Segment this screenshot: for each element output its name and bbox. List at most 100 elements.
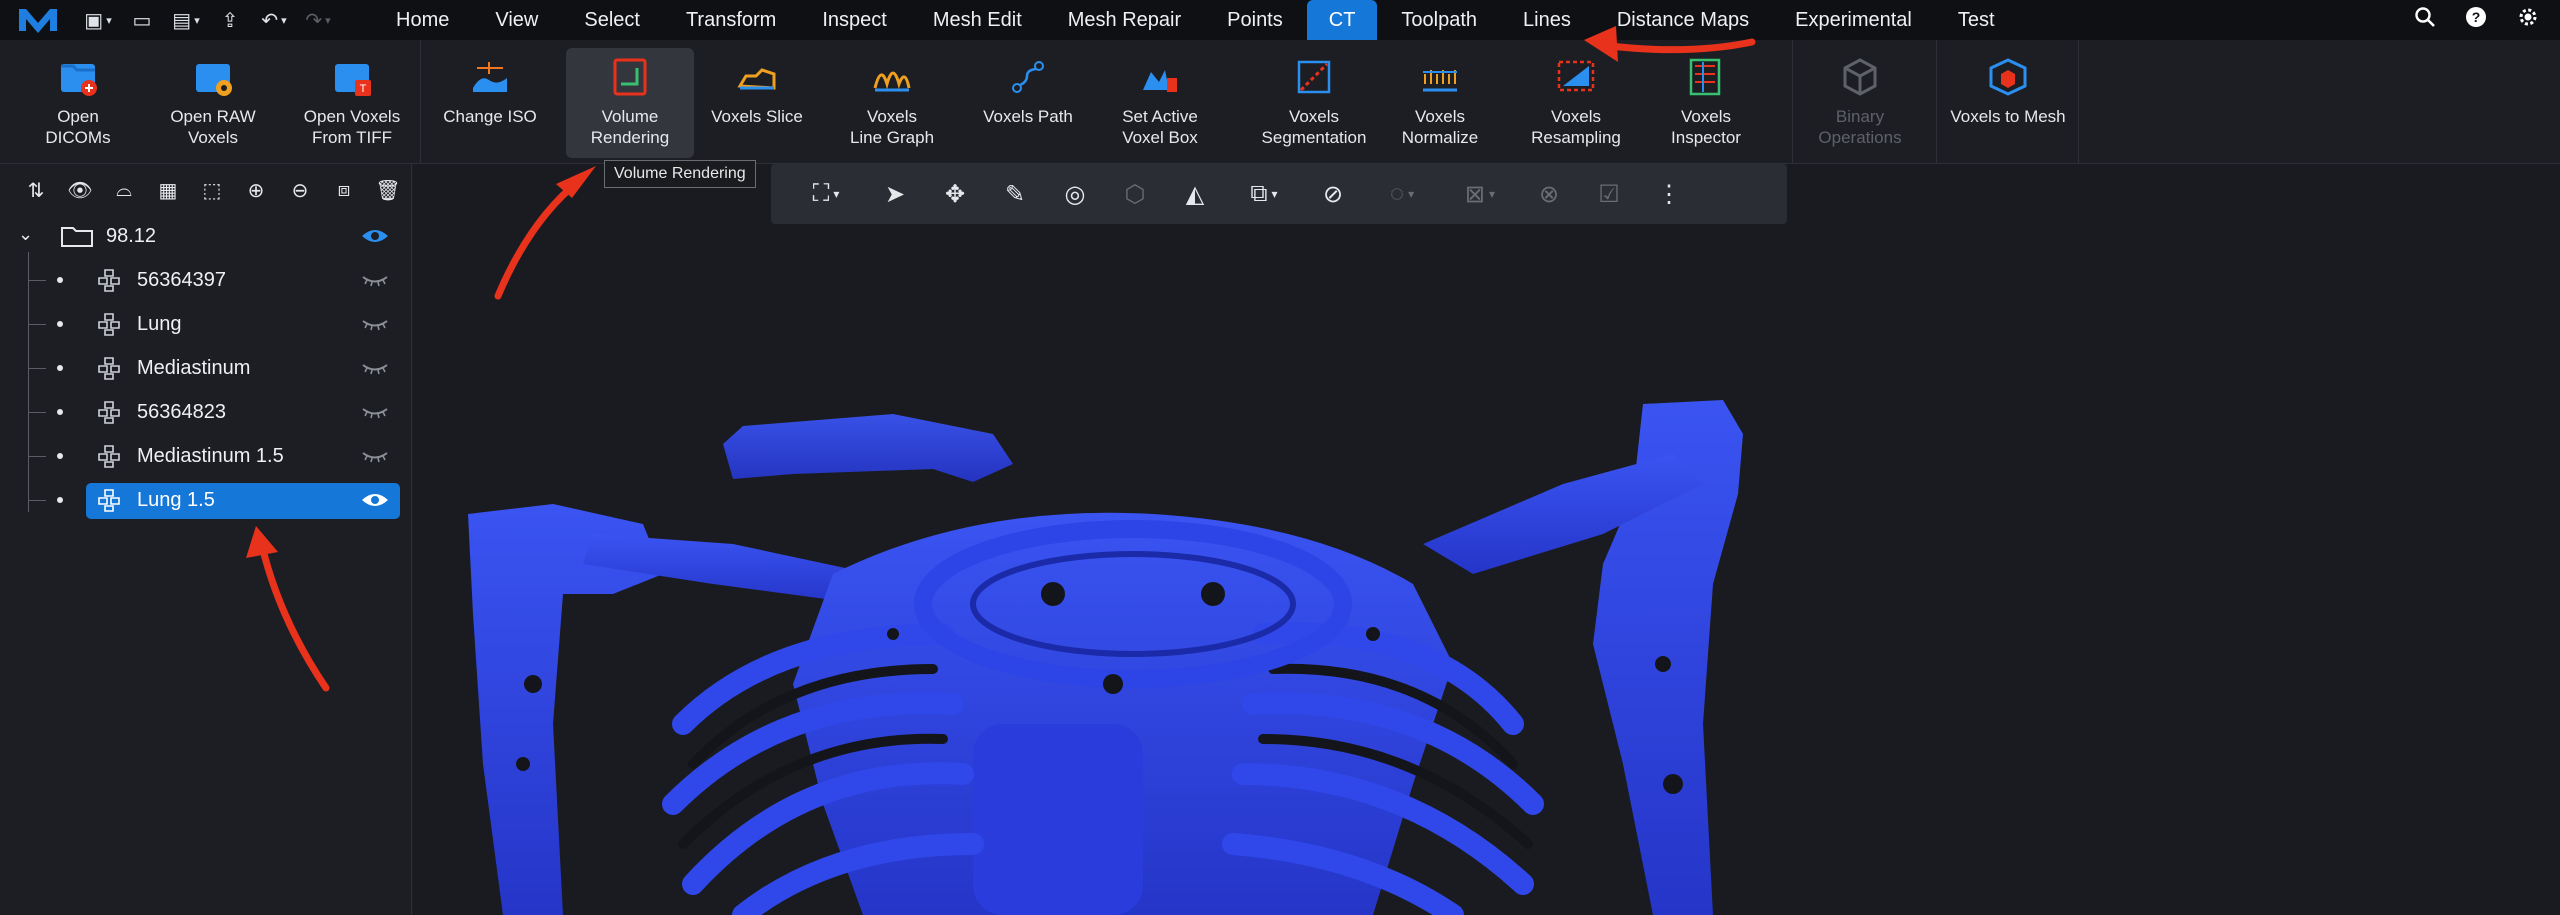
- menu-inspect[interactable]: Inspect: [800, 0, 908, 40]
- scene-tree-panel: ⇅ 👁 ⌓ ▦ ⬚ ⊕ ⊖ ⧈ 🗑 ⌄ 98.12 56364397 Lung Mediastinum 5…: [0, 164, 412, 915]
- no-shading-button[interactable]: ⊘: [1311, 172, 1355, 216]
- app-logo[interactable]: [0, 0, 76, 40]
- ribbon-button-voxels-segmentation[interactable]: Voxels Segmentation: [1250, 48, 1378, 158]
- delete-button[interactable]: 🗑: [366, 170, 410, 210]
- move-button[interactable]: ✥: [933, 172, 977, 216]
- tree-item-label: Lung: [137, 313, 182, 335]
- ribbon-button-open-dicoms[interactable]: Open DICOMs: [28, 48, 128, 158]
- select-cursor-button[interactable]: ➤: [873, 172, 917, 216]
- ribbon-button-voxels-inspector[interactable]: Voxels Inspector: [1658, 48, 1754, 158]
- ribbon-button-voxels-normalize[interactable]: Voxels Normalize: [1388, 48, 1492, 158]
- bullet: [57, 453, 63, 459]
- menu-points[interactable]: Points: [1205, 0, 1305, 40]
- fit-view-button[interactable]: ⛶ ▾: [795, 172, 857, 216]
- eye-closed-icon[interactable]: [360, 446, 390, 466]
- section-button[interactable]: ◎: [1053, 172, 1097, 216]
- more-options-button[interactable]: ⋮: [1647, 172, 1691, 216]
- help-icon[interactable]: ?: [2464, 5, 2488, 35]
- tree-item[interactable]: Mediastinum: [0, 348, 412, 388]
- eye-icon[interactable]: [360, 490, 390, 510]
- chevron-down-icon[interactable]: ▾: [833, 187, 839, 201]
- chevron-down-icon[interactable]: ▾: [281, 14, 287, 27]
- ribbon-button-open-voxels-tiff[interactable]: T Open Voxels From TIFF: [302, 48, 402, 158]
- menu-ct[interactable]: CT: [1306, 0, 1378, 40]
- disabled-target-button[interactable]: ⊗: [1527, 172, 1571, 216]
- eye-closed-icon[interactable]: [360, 270, 390, 290]
- redo-button[interactable]: ↷ ▾: [296, 0, 340, 40]
- move-down-button[interactable]: ⊖: [278, 170, 322, 210]
- menu-mesh-edit[interactable]: Mesh Edit: [911, 0, 1044, 40]
- tooltip: Volume Rendering: [604, 160, 756, 188]
- eye-closed-icon[interactable]: [360, 402, 390, 422]
- menu-transform[interactable]: Transform: [664, 0, 798, 40]
- deselect-button[interactable]: ⬚: [190, 170, 234, 210]
- export-button[interactable]: ⇪: [208, 0, 252, 40]
- tree-root-folder[interactable]: ⌄ 98.12: [0, 216, 412, 256]
- open-folder-button[interactable]: ▭: [120, 0, 164, 40]
- tree-item[interactable]: 56364397: [0, 260, 412, 300]
- edit-shape-button[interactable]: ✎: [993, 172, 1037, 216]
- voxels-object-icon: [96, 400, 122, 424]
- ribbon-button-set-active-voxel-box[interactable]: Set Active Voxel Box: [1112, 48, 1208, 158]
- menu-experimental[interactable]: Experimental: [1773, 0, 1934, 40]
- confirm-button[interactable]: ☑: [1587, 172, 1631, 216]
- sort-az-button[interactable]: ⇅: [14, 170, 58, 210]
- eye-closed-icon[interactable]: [360, 358, 390, 378]
- menu-view[interactable]: View: [473, 0, 560, 40]
- tree-item[interactable]: 56364823: [0, 392, 412, 432]
- search-icon[interactable]: [2414, 6, 2436, 34]
- ribbon-button-volume-rendering[interactable]: Volume Rendering: [566, 48, 694, 158]
- 3d-viewport[interactable]: [413, 164, 2560, 915]
- chevron-down-icon[interactable]: ⌄: [18, 224, 33, 245]
- boolean-button[interactable]: ⧉ ▾: [1233, 172, 1295, 216]
- change-iso-icon: [467, 54, 513, 100]
- move-down-icon: ⊖: [291, 179, 309, 202]
- tree-item[interactable]: Mediastinum 1.5: [0, 436, 412, 476]
- undo-button[interactable]: ↶ ▾: [252, 0, 296, 40]
- ribbon-button-voxels-resampling[interactable]: Voxels Resampling: [1522, 48, 1630, 158]
- move-up-button[interactable]: ⊕: [234, 170, 278, 210]
- settings-icon[interactable]: [2516, 5, 2540, 35]
- tree-item[interactable]: Lung: [0, 304, 412, 344]
- tree-branch-line: [28, 324, 46, 325]
- menu-select[interactable]: Select: [562, 0, 662, 40]
- ribbon-button-voxels-slice[interactable]: Voxels Slice: [702, 48, 812, 158]
- ribbon-button-change-iso[interactable]: Change ISO: [440, 48, 540, 158]
- clear-selection-button[interactable]: ⊠ ▾: [1449, 172, 1511, 216]
- chevron-down-icon[interactable]: ▾: [1408, 187, 1414, 201]
- eye-closed-icon[interactable]: [360, 314, 390, 334]
- ct-volume-model[interactable]: [413, 164, 2560, 915]
- chevron-down-icon[interactable]: ▾: [106, 14, 112, 27]
- show-icon: 👁: [67, 179, 93, 202]
- menu-lines[interactable]: Lines: [1501, 0, 1593, 40]
- ribbon-toolbar: Open DICOMs Open RAW Voxels T Open Voxels F…: [0, 40, 2560, 164]
- chevron-down-icon[interactable]: ▾: [325, 14, 331, 27]
- menu-test[interactable]: Test: [1936, 0, 2017, 40]
- menu-toolpath[interactable]: Toolpath: [1379, 0, 1499, 40]
- menu-distance-maps[interactable]: Distance Maps: [1595, 0, 1771, 40]
- ribbon-button-voxels-to-mesh[interactable]: Voxels to Mesh: [1934, 48, 2082, 158]
- ribbon-button-voxels-line-graph[interactable]: Voxels Line Graph: [840, 48, 944, 158]
- voxels-path-icon: [1005, 54, 1051, 100]
- ribbon-button-open-raw-voxels[interactable]: Open RAW Voxels: [168, 48, 258, 158]
- select-all-button[interactable]: ▦: [146, 170, 190, 210]
- no-shading-icon: ⊘: [1322, 180, 1344, 208]
- chevron-down-icon[interactable]: ▾: [1272, 187, 1278, 201]
- chevron-down-icon[interactable]: ▾: [194, 14, 200, 27]
- deselect-icon: ⬚: [202, 179, 222, 202]
- save-button[interactable]: ▤ ▾: [164, 0, 208, 40]
- eye-icon[interactable]: [360, 226, 390, 246]
- show-button[interactable]: 👁: [58, 170, 102, 210]
- tree-item-selected[interactable]: Lung 1.5: [0, 480, 412, 520]
- hide-button[interactable]: ⌓: [102, 170, 146, 210]
- menu-mesh-repair[interactable]: Mesh Repair: [1046, 0, 1203, 40]
- ribbon-button-binary-operations[interactable]: Binary Operations: [1800, 48, 1920, 158]
- transform-disabled-button[interactable]: ⬡: [1113, 172, 1157, 216]
- chevron-down-icon[interactable]: ▾: [1489, 187, 1495, 201]
- shapes-button[interactable]: ◭: [1173, 172, 1217, 216]
- flip-button[interactable]: ⧈: [322, 170, 366, 210]
- lasso-button[interactable]: ◌ ▾: [1371, 172, 1433, 216]
- new-file-button[interactable]: ▣ ▾: [76, 0, 120, 40]
- menu-home[interactable]: Home: [374, 0, 471, 40]
- ribbon-button-voxels-path[interactable]: Voxels Path: [978, 48, 1078, 158]
